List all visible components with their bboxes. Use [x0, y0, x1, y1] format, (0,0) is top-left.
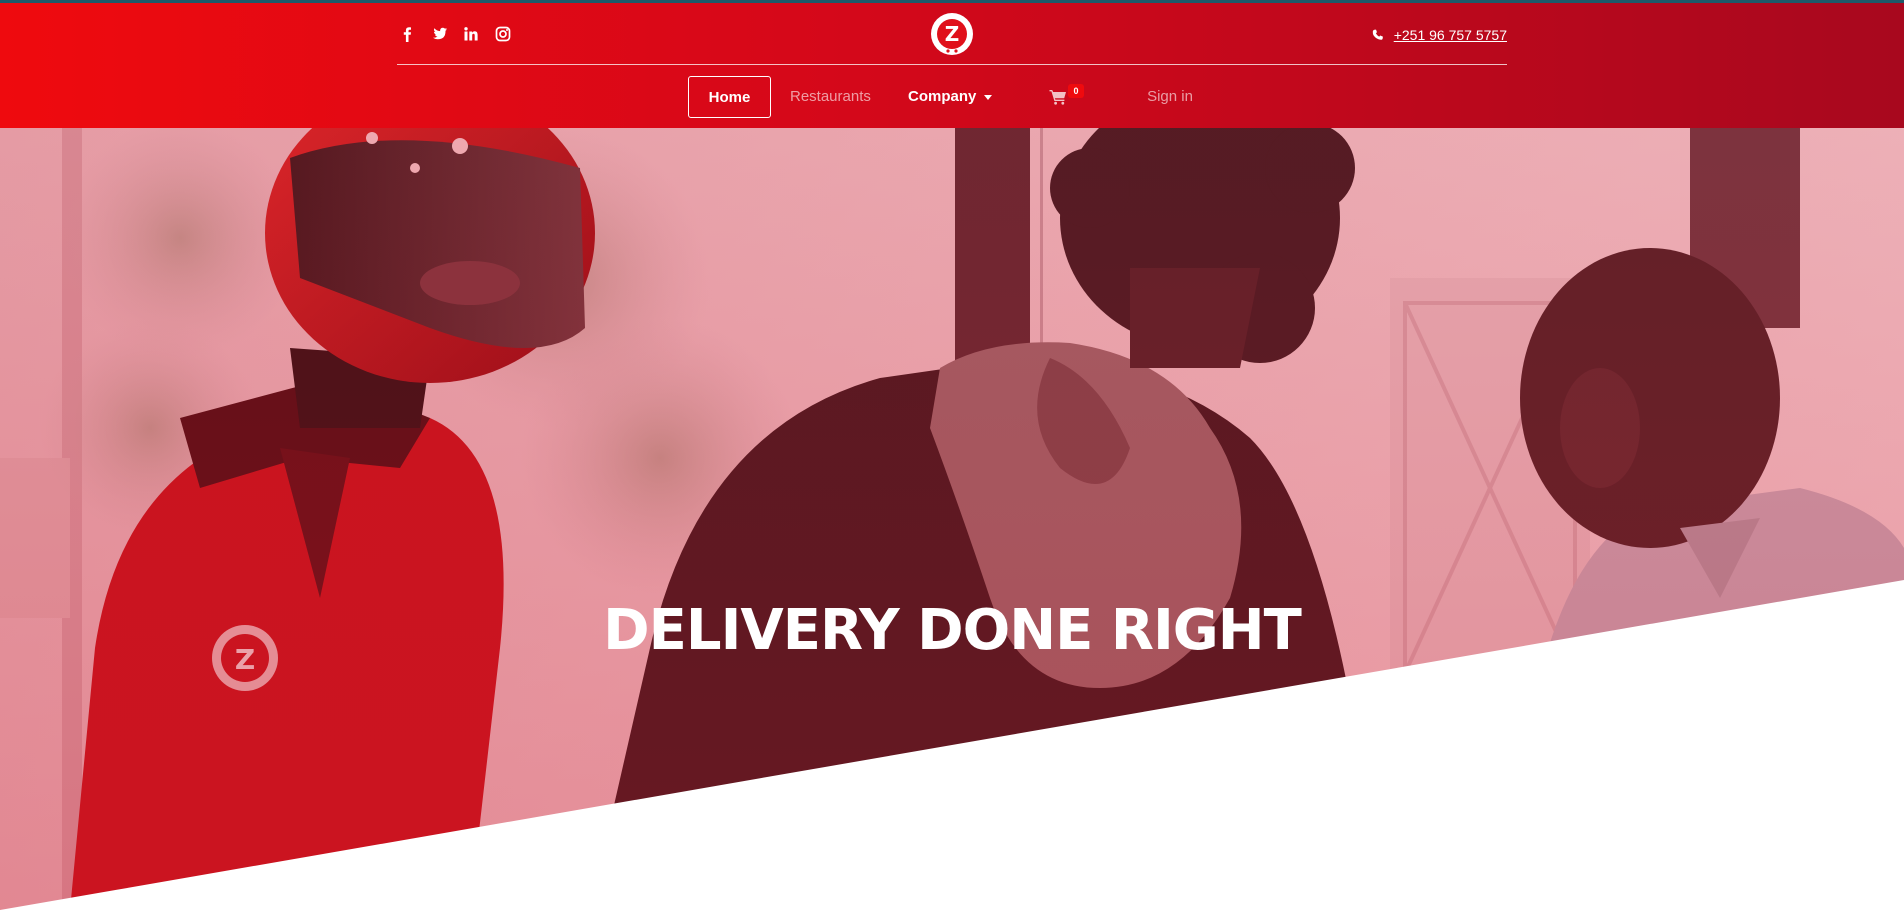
hero-section: Z [0, 128, 1904, 910]
nav-company[interactable]: Company [908, 76, 993, 118]
cart-count-badge: 0 [1068, 84, 1084, 98]
phone-contact: +251 96 757 5757 [1372, 24, 1507, 46]
nav-sign-in[interactable]: Sign in [1140, 76, 1200, 118]
phone-link[interactable]: +251 96 757 5757 [1394, 27, 1507, 43]
site-header: Z +251 96 757 5757 Home Restaurants Comp… [0, 0, 1904, 128]
header-divider [397, 64, 1507, 65]
logo-icon: Z [937, 19, 967, 53]
main-nav: Home Restaurants Company 0 Sign in [0, 76, 1904, 118]
top-accent-line [0, 0, 1904, 3]
logo-letter: Z [945, 22, 960, 46]
nav-company-label: Company [908, 88, 977, 105]
cart-icon [1049, 90, 1066, 105]
twitter-link[interactable] [430, 25, 448, 43]
social-links [398, 24, 512, 44]
linkedin-icon [464, 27, 478, 41]
brand-logo[interactable]: Z [931, 13, 973, 55]
twitter-icon [432, 27, 447, 40]
hero-title-text: DELIVERY DONE RIGHT [603, 598, 1302, 663]
facebook-icon [403, 27, 411, 42]
instagram-link[interactable] [494, 25, 512, 43]
nav-restaurants[interactable]: Restaurants [790, 76, 871, 118]
phone-icon [1372, 29, 1383, 40]
instagram-icon [495, 26, 511, 42]
facebook-link[interactable] [398, 25, 416, 43]
page: Z [0, 0, 1904, 910]
nav-home[interactable]: Home [688, 76, 771, 118]
hero-title: DELIVERY DONE RIGHT [0, 596, 1904, 666]
hero-diagonal-divider [0, 580, 1904, 910]
linkedin-link[interactable] [462, 25, 480, 43]
nav-cart[interactable]: 0 [1046, 76, 1086, 118]
chevron-down-icon [984, 94, 993, 100]
